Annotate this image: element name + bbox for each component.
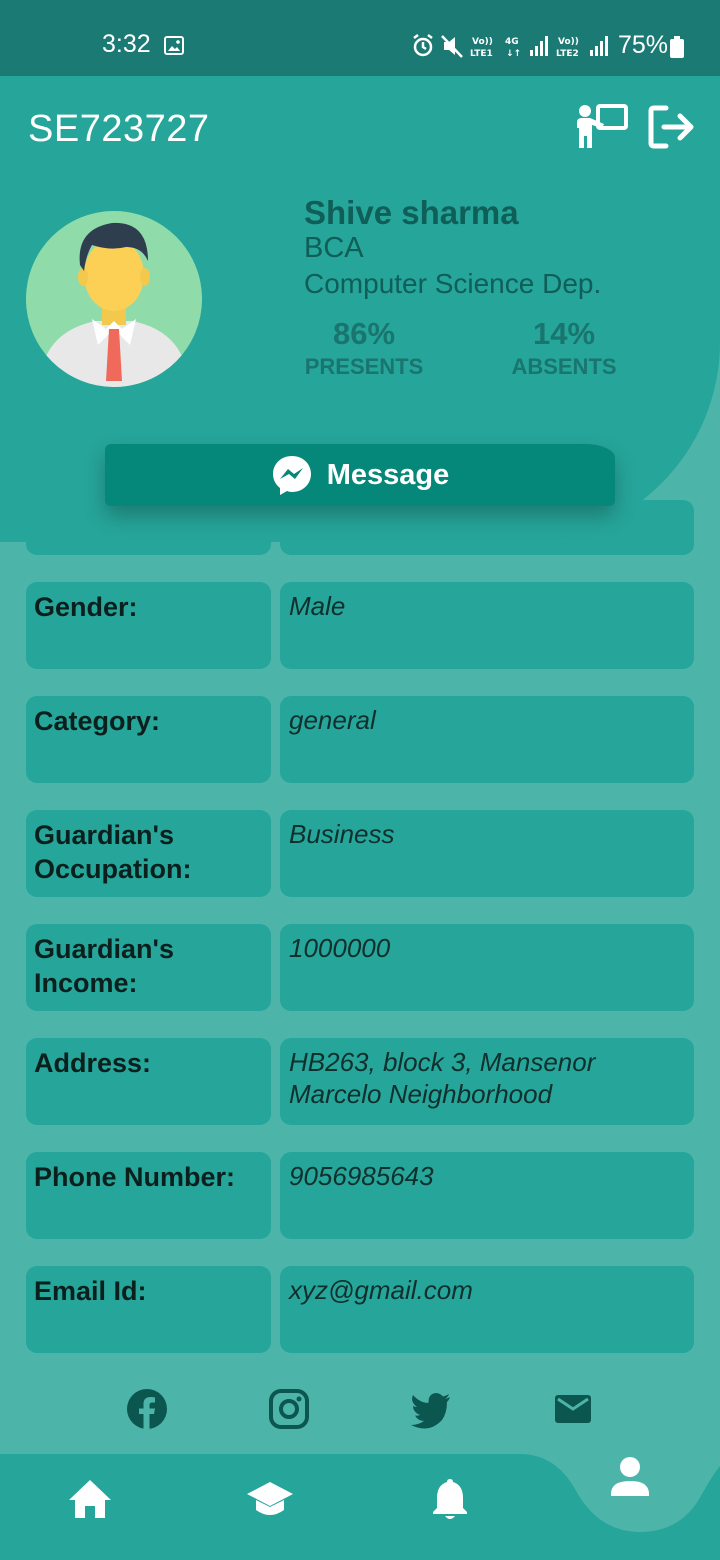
detail-row: Guardian's Occupation: Business — [26, 810, 694, 897]
bottom-navigation — [0, 1454, 720, 1560]
detail-label-cell: Gender: — [26, 582, 271, 669]
detail-label: Guardian's Income: — [34, 934, 174, 998]
absents-value: 14% — [532, 316, 596, 351]
profile-icon[interactable] — [605, 1454, 655, 1504]
bell-icon[interactable] — [425, 1474, 475, 1524]
instagram-icon[interactable] — [268, 1388, 310, 1430]
signal-icon — [530, 36, 548, 56]
battery-percentage: 75% — [618, 31, 669, 59]
detail-label: Email Id: — [34, 1276, 147, 1306]
detail-label-cell: Phone Number: — [26, 1152, 271, 1239]
home-icon[interactable] — [65, 1474, 115, 1524]
detail-row: Address: HB263, block 3, Mansenor Marcelo… — [26, 1038, 694, 1125]
detail-value-cell: general — [280, 696, 694, 783]
detail-value: HB263, block 3, Mansenor Marcelo Neighbo… — [289, 1047, 596, 1109]
message-button-label: Message — [326, 458, 450, 491]
status-bar: 3:32 Vo)) LTE1 4G ↓↑ Vo)) LTE2 75% — [0, 0, 720, 76]
detail-value: general — [289, 705, 376, 735]
detail-value-cell: HB263, block 3, Mansenor Marcelo Neighbo… — [280, 1038, 694, 1125]
student-name: Shive sharma — [304, 194, 519, 231]
detail-value: 9056985643 — [289, 1161, 434, 1191]
detail-label: Guardian's Occupation: — [34, 820, 192, 884]
detail-value: Business — [289, 819, 395, 849]
detail-value-cell: 1000000 — [280, 924, 694, 1011]
detail-label-cell: Category: — [26, 696, 271, 783]
presents-label: PRESENTS — [304, 354, 424, 379]
detail-label-cell: Email Id: — [26, 1266, 271, 1353]
detail-value: Male — [289, 591, 346, 621]
svg-text:Vo)): Vo)) — [472, 37, 493, 47]
detail-label-cell: Guardian's Occupation: — [26, 810, 271, 897]
detail-label: Phone Number: — [34, 1162, 236, 1192]
volte-lte2-icon: Vo)) LTE2 — [556, 37, 579, 59]
presents-stat: 86% PRESENTS — [284, 316, 444, 380]
svg-text:LTE2: LTE2 — [556, 49, 579, 59]
detail-value-cell: Business — [280, 810, 694, 897]
status-time: 3:32 — [102, 30, 151, 58]
profile-header: SE723727 Shive sharma BCA Computer Scien… — [0, 76, 720, 542]
detail-label: Address: — [34, 1048, 152, 1078]
mute-icon — [441, 35, 463, 58]
detail-row: Category: general — [26, 696, 694, 783]
graduation-cap-icon[interactable] — [245, 1474, 295, 1524]
4g-icon: 4G ↓↑ — [505, 37, 521, 59]
detail-value-cell: 9056985643 — [280, 1152, 694, 1239]
detail-label-cell: Guardian's Income: — [26, 924, 271, 1011]
detail-value: xyz@gmail.com — [289, 1275, 473, 1305]
twitter-icon[interactable] — [410, 1388, 452, 1430]
absents-stat: 14% ABSENTS — [484, 316, 644, 380]
facebook-icon[interactable] — [126, 1388, 168, 1430]
system-status-icons: Vo)) LTE1 4G ↓↑ Vo)) LTE2 — [413, 34, 608, 59]
detail-row: Phone Number: 9056985643 — [26, 1152, 694, 1239]
detail-row: Gender: Male — [26, 582, 694, 669]
gallery-icon — [164, 36, 184, 55]
email-icon[interactable] — [552, 1388, 594, 1430]
student-id: SE723727 — [28, 108, 210, 150]
message-button[interactable]: Message — [105, 444, 615, 506]
svg-text:4G: 4G — [505, 37, 519, 47]
detail-label: Gender: — [34, 592, 138, 622]
student-course: BCA — [304, 232, 364, 264]
detail-label: Category: — [34, 706, 161, 736]
detail-value-cell: xyz@gmail.com — [280, 1266, 694, 1353]
svg-text:LTE1: LTE1 — [470, 49, 493, 59]
volte-lte1-icon: Vo)) LTE1 — [470, 37, 493, 59]
presents-value: 86% — [332, 316, 396, 351]
detail-label-cell: Address: — [26, 1038, 271, 1125]
logout-icon[interactable] — [646, 102, 702, 152]
teacher-board-icon[interactable] — [574, 102, 630, 152]
student-department: Computer Science Dep. — [304, 268, 602, 299]
svg-text:↓↑: ↓↑ — [506, 49, 521, 59]
detail-value: 1000000 — [289, 933, 391, 963]
messenger-icon — [272, 456, 311, 495]
detail-row: Guardian's Income: 1000000 — [26, 924, 694, 1011]
absents-label: ABSENTS — [511, 354, 617, 379]
battery-icon — [670, 36, 684, 58]
detail-row: Email Id: xyz@gmail.com — [26, 1266, 694, 1353]
detail-value-cell: Male — [280, 582, 694, 669]
svg-text:Vo)): Vo)) — [558, 37, 579, 47]
signal-icon — [590, 36, 608, 56]
avatar-illustration — [26, 211, 202, 387]
avatar — [26, 211, 202, 387]
alarm-icon — [413, 34, 433, 57]
